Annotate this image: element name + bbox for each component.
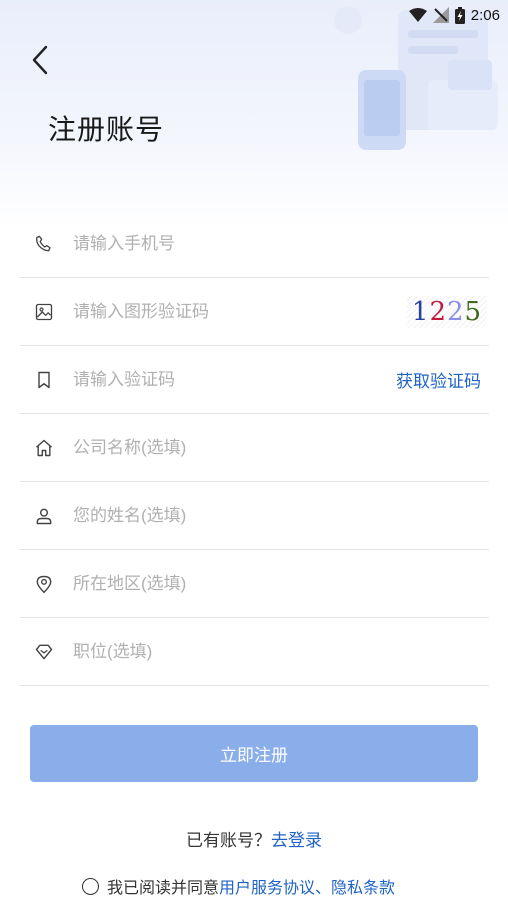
- captcha-digit: 1: [411, 296, 430, 327]
- agreement-text: 我已阅读并同意: [107, 880, 220, 897]
- register-form: 1 2 2 5 获取验证码: [20, 210, 489, 686]
- user-icon: [33, 505, 55, 527]
- captcha-row: 1 2 2 5: [20, 278, 489, 346]
- company-row: [20, 414, 489, 482]
- agreement: 我已阅读并同意 用户服务协议、隐私条款: [82, 874, 395, 898]
- battery-charging-icon: [454, 6, 465, 24]
- position-input[interactable]: [71, 630, 489, 673]
- bookmark-icon: [33, 369, 55, 391]
- phone-icon: [33, 233, 55, 255]
- go-login-link[interactable]: 去登录: [271, 831, 322, 850]
- captcha-image[interactable]: 1 2 2 5: [407, 295, 487, 328]
- captcha-digit: 2: [429, 296, 447, 327]
- region-row: [20, 550, 489, 618]
- sms-code-row: 获取验证码: [20, 346, 489, 414]
- service-agreement-link[interactable]: 用户服务协议: [219, 874, 315, 898]
- sms-code-input[interactable]: [71, 358, 396, 401]
- chevron-left-icon: [32, 45, 48, 75]
- name-input[interactable]: [71, 494, 489, 537]
- captcha-digit: 5: [464, 296, 483, 327]
- name-row: [20, 482, 489, 550]
- location-pin-icon: [33, 573, 55, 595]
- agreement-separator: 、: [315, 880, 332, 897]
- wifi-icon: [408, 8, 427, 22]
- company-input[interactable]: [71, 426, 489, 469]
- get-code-button[interactable]: 获取验证码: [396, 367, 481, 392]
- captcha-digit: 2: [447, 296, 465, 327]
- login-prompt: 已有账号？去登录: [0, 826, 508, 851]
- phone-row: [20, 210, 489, 278]
- image-icon: [33, 301, 55, 323]
- status-bar: 2:06: [408, 4, 500, 26]
- region-input[interactable]: [71, 562, 489, 605]
- illustration-decoration: [334, 6, 498, 150]
- agree-radio[interactable]: [82, 877, 99, 895]
- position-row: [20, 618, 489, 686]
- phone-input[interactable]: [71, 222, 489, 265]
- page-title: 注册账号: [48, 114, 165, 145]
- back-button[interactable]: [22, 40, 58, 80]
- privacy-policy-link[interactable]: 隐私条款: [331, 874, 395, 898]
- no-signal-icon: [432, 7, 449, 23]
- register-button[interactable]: 立即注册: [30, 725, 478, 782]
- diamond-icon: [33, 641, 55, 663]
- captcha-input[interactable]: [71, 290, 407, 333]
- home-icon: [33, 437, 55, 459]
- login-prompt-text: 已有账号？: [186, 831, 271, 850]
- status-time: 2:06: [470, 6, 500, 24]
